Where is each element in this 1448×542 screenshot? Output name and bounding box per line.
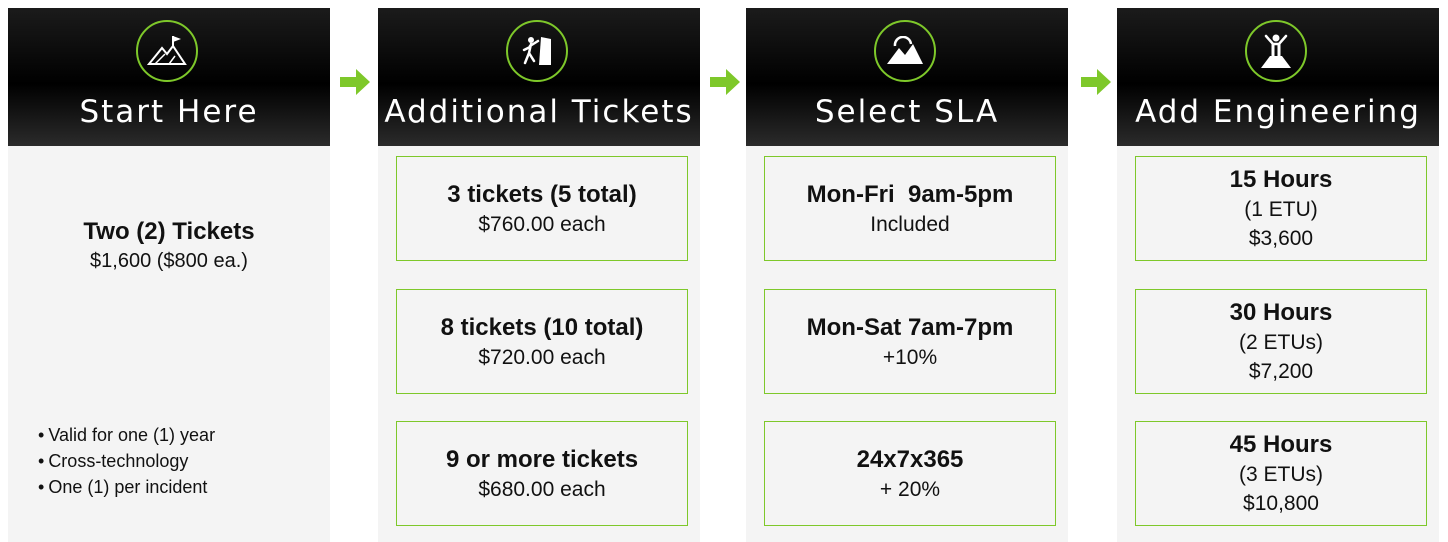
option-card[interactable]: 8 tickets (10 total) $720.00 each xyxy=(396,289,688,394)
option-price: $720.00 each xyxy=(478,345,606,369)
option-card[interactable]: 9 or more tickets $680.00 each xyxy=(396,421,688,526)
option-detail: +10% xyxy=(882,345,938,369)
option-units: (1 ETU) xyxy=(1244,198,1318,221)
option-title: Mon-Sat 7am-7pm xyxy=(806,313,1014,341)
option-price: $760.00 each xyxy=(478,212,606,236)
step-header: Additional Tickets xyxy=(378,8,700,146)
option-units: (3 ETUs) xyxy=(1239,463,1323,486)
step-header: Select SLA xyxy=(746,8,1068,146)
feature-list: Valid for one (1) year Cross-technology … xyxy=(38,422,215,500)
step-select-sla: Select SLA Mon-Fri 9am-5pm Included Mon-… xyxy=(746,8,1068,542)
step-header: Start Here xyxy=(8,8,330,146)
option-card[interactable]: 45 Hours (3 ETUs) $10,800 xyxy=(1135,421,1427,526)
option-card[interactable]: 30 Hours (2 ETUs) $7,200 xyxy=(1135,289,1427,394)
option-title: 45 Hours xyxy=(1229,431,1333,458)
option-card[interactable]: 3 tickets (5 total) $760.00 each xyxy=(396,156,688,261)
option-price: $10,800 xyxy=(1243,492,1319,515)
step-title: Start Here xyxy=(79,94,259,130)
climber-icon xyxy=(506,20,568,82)
option-price: $7,200 xyxy=(1248,360,1314,383)
option-price: $3,600 xyxy=(1248,227,1314,250)
summit-person-icon xyxy=(1245,20,1307,82)
option-card[interactable]: 15 Hours (1 ETU) $3,600 xyxy=(1135,156,1427,261)
option-title: 24x7x365 xyxy=(856,445,964,473)
arrow-right-icon xyxy=(1081,69,1111,95)
feature-item: Cross-technology xyxy=(38,448,215,474)
option-units: (2 ETUs) xyxy=(1239,331,1323,354)
plan-title: Two (2) Tickets xyxy=(83,218,255,245)
step-additional-tickets: Additional Tickets 3 tickets (5 total) $… xyxy=(378,8,700,542)
option-title: 3 tickets (5 total) xyxy=(447,180,637,208)
option-detail: Included xyxy=(870,212,950,236)
option-title: Mon-Fri 9am-5pm xyxy=(806,180,1014,208)
option-title: 15 Hours xyxy=(1229,166,1333,193)
step-start-here: Start Here Two (2) Tickets $1,600 ($800 … xyxy=(8,8,330,542)
step-header: Add Engineering xyxy=(1117,8,1439,146)
step-title: Additional Tickets xyxy=(384,94,694,130)
feature-item: One (1) per incident xyxy=(38,474,215,500)
feature-item: Valid for one (1) year xyxy=(38,422,215,448)
option-title: 30 Hours xyxy=(1229,299,1333,326)
mountain-peaks-icon xyxy=(874,20,936,82)
mountain-flag-icon xyxy=(136,20,198,82)
step-add-engineering: Add Engineering 15 Hours (1 ETU) $3,600 … xyxy=(1117,8,1439,542)
step-title: Select SLA xyxy=(814,94,1000,130)
option-card[interactable]: Mon-Fri 9am-5pm Included xyxy=(764,156,1056,261)
option-detail: + 20% xyxy=(879,477,941,501)
option-card[interactable]: 24x7x365 + 20% xyxy=(764,421,1056,526)
option-price: $680.00 each xyxy=(478,477,606,501)
arrow-right-icon xyxy=(340,69,370,95)
arrow-right-icon xyxy=(710,69,740,95)
option-title: 8 tickets (10 total) xyxy=(440,313,644,341)
option-card[interactable]: Mon-Sat 7am-7pm +10% xyxy=(764,289,1056,394)
step-title: Add Engineering xyxy=(1135,94,1421,130)
option-title: 9 or more tickets xyxy=(445,445,639,473)
plan-price: $1,600 ($800 ea.) xyxy=(90,250,248,272)
